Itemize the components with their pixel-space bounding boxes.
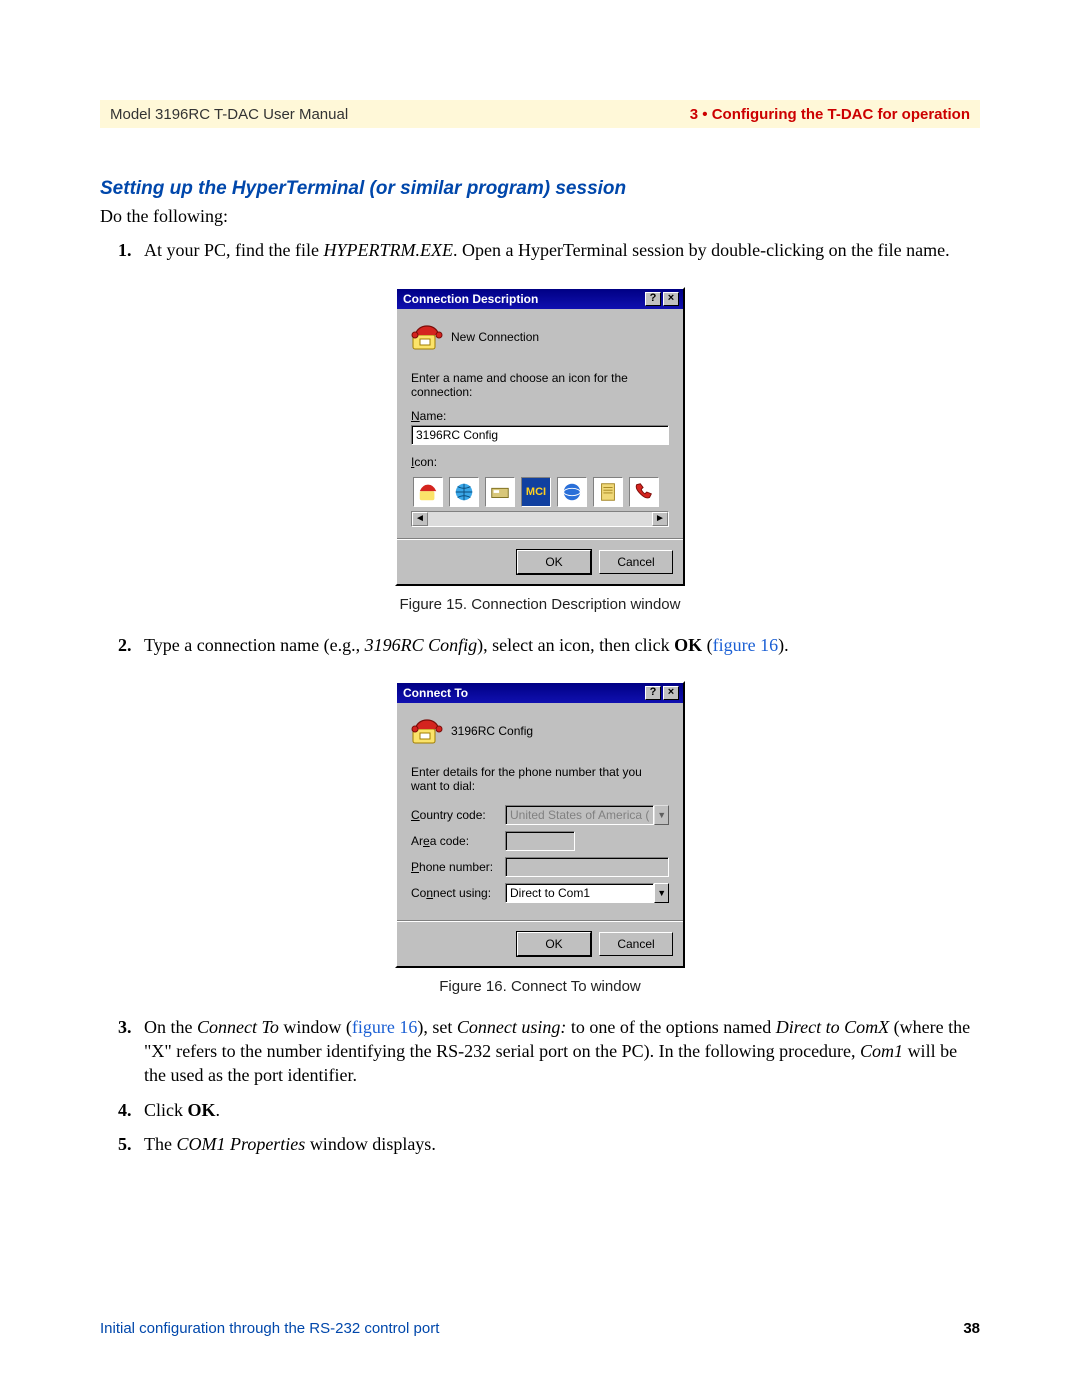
country-code-select (505, 805, 654, 825)
figure-15-caption: Figure 15. Connection Description window (100, 596, 980, 613)
step-number: 5. (118, 1132, 144, 1156)
t: to one of the options named (566, 1017, 775, 1037)
figure-16: Connect To ? × 3196RC Config (100, 681, 980, 968)
step3-option: Direct to ComX (776, 1017, 889, 1037)
close-icon[interactable]: × (663, 686, 679, 700)
header-manual-title: Model 3196RC T-DAC User Manual (110, 106, 348, 123)
step-5: 5. The COM1 Properties window displays. (118, 1132, 980, 1156)
step4-ok: OK (188, 1100, 216, 1120)
step2-mid: ), select an icon, then click (477, 635, 674, 655)
phone-number-input (505, 857, 669, 877)
t: ), set (417, 1017, 457, 1037)
icon-label: Icon: (411, 455, 669, 469)
figure-15: Connection Description ? × New Connectio… (100, 287, 980, 586)
step3-com: Com1 (860, 1041, 903, 1061)
icon-option-mci[interactable]: MCI (521, 477, 551, 507)
icon-option-redphone[interactable] (629, 477, 659, 507)
step2-ok: OK (674, 635, 702, 655)
icon-selector[interactable]: MCI (411, 471, 669, 509)
dialog-prompt: Enter details for the phone number that … (411, 765, 669, 793)
dialog-titlebar: Connect To ? × (397, 683, 683, 703)
dialog-title: Connect To (403, 686, 468, 700)
cancel-button[interactable]: Cancel (599, 550, 673, 574)
step-number: 4. (118, 1098, 144, 1122)
chevron-down-icon: ▼ (654, 805, 669, 825)
step3-field: Connect using: (457, 1017, 567, 1037)
dialog-prompt: Enter a name and choose an icon for the … (411, 371, 669, 399)
step-number: 1. (118, 238, 144, 262)
connect-to-dialog: Connect To ? × 3196RC Config (395, 681, 685, 968)
icon-option-modem[interactable] (485, 477, 515, 507)
footer-section: Initial configuration through the RS-232… (100, 1320, 439, 1337)
step4-pre: Click (144, 1100, 188, 1120)
dialog-title: Connection Description (403, 292, 538, 306)
connect-using-select[interactable] (505, 883, 654, 903)
step5-post: window displays. (305, 1134, 436, 1154)
phone-icon (411, 715, 443, 747)
ok-button[interactable]: OK (517, 932, 591, 956)
scroll-right-icon[interactable]: ► (652, 512, 668, 526)
step-number: 3. (118, 1015, 144, 1088)
intro-text: Do the following: (100, 204, 980, 228)
icon-option-doc[interactable] (593, 477, 623, 507)
country-code-label: Country code: (411, 808, 499, 822)
figure-16-link[interactable]: figure 16 (352, 1017, 417, 1037)
step2-pre: Type a connection name (e.g., (144, 635, 365, 655)
scroll-left-icon[interactable]: ◄ (412, 512, 428, 526)
step3-window: Connect To (197, 1017, 279, 1037)
step-1: 1. At your PC, find the file HYPERTRM.EX… (118, 238, 980, 262)
help-icon[interactable]: ? (645, 686, 661, 700)
phone-icon (411, 321, 443, 353)
connection-description-dialog: Connection Description ? × New Connectio… (395, 287, 685, 586)
step2-example: 3196RC Config (365, 635, 478, 655)
name-label: Name: (411, 409, 669, 423)
new-connection-label: New Connection (451, 330, 539, 344)
t: window ( (279, 1017, 352, 1037)
page-number: 38 (963, 1320, 980, 1337)
area-code-label: Area code: (411, 834, 499, 848)
chevron-down-icon[interactable]: ▼ (654, 883, 669, 903)
step5-pre: The (144, 1134, 176, 1154)
step1-post: . Open a HyperTerminal session by double… (453, 240, 950, 260)
step4-post: . (216, 1100, 221, 1120)
page-footer: Initial configuration through the RS-232… (100, 1320, 980, 1337)
figure-16-link[interactable]: figure 16 (713, 635, 778, 655)
step-number: 2. (118, 633, 144, 657)
step1-filename: HYPERTRM.EXE (323, 240, 452, 260)
icon-option-phone[interactable] (413, 477, 443, 507)
page-header: Model 3196RC T-DAC User Manual 3 • Confi… (100, 100, 980, 128)
icon-option-globe[interactable] (449, 477, 479, 507)
step5-window: COM1 Properties (176, 1134, 305, 1154)
close-icon[interactable]: × (663, 292, 679, 306)
step2-op: ( (702, 635, 713, 655)
step-3: 3. On the Connect To window (figure 16),… (118, 1015, 980, 1088)
step1-pre: At your PC, find the file (144, 240, 323, 260)
dialog-titlebar: Connection Description ? × (397, 289, 683, 309)
t: On the (144, 1017, 197, 1037)
step-2: 2. Type a connection name (e.g., 3196RC … (118, 633, 980, 657)
figure-16-caption: Figure 16. Connect To window (100, 978, 980, 995)
connection-name-input[interactable] (411, 425, 669, 445)
header-chapter: 3 • Configuring the T-DAC for operation (690, 106, 970, 123)
help-icon[interactable]: ? (645, 292, 661, 306)
icon-option-world[interactable] (557, 477, 587, 507)
step2-cp: ). (778, 635, 789, 655)
area-code-input (505, 831, 575, 851)
icon-scrollbar[interactable]: ◄ ► (411, 511, 669, 527)
step-4: 4. Click OK. (118, 1098, 980, 1122)
connection-name-display: 3196RC Config (451, 724, 533, 738)
section-heading: Setting up the HyperTerminal (or similar… (100, 178, 980, 200)
connect-using-label: Connect using: (411, 886, 499, 900)
phone-number-label: Phone number: (411, 860, 499, 874)
cancel-button[interactable]: Cancel (599, 932, 673, 956)
ok-button[interactable]: OK (517, 550, 591, 574)
